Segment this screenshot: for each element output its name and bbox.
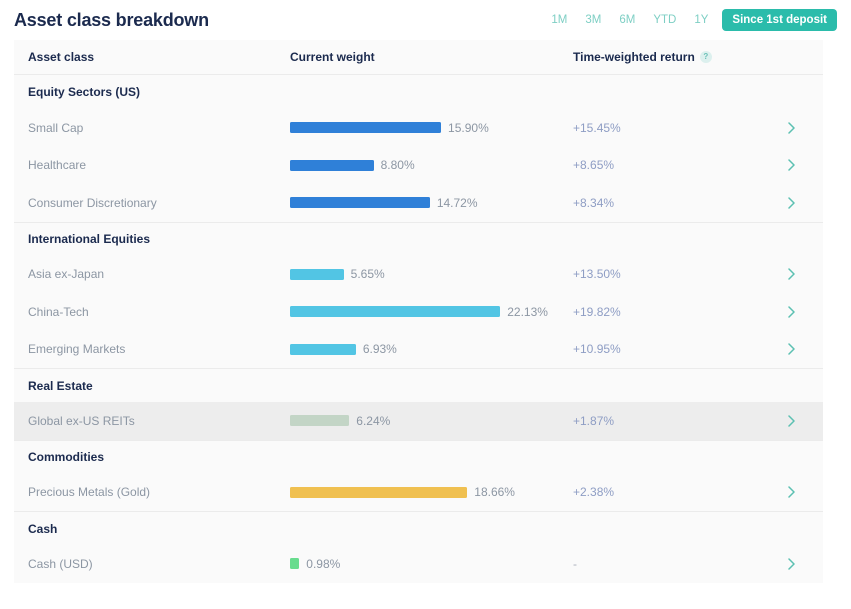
table-body: Equity Sectors (US) Small Cap 15.90% +15.45…: [14, 75, 823, 583]
cell-time-weighted-return: +8.34%: [573, 195, 615, 210]
table-row[interactable]: Healthcare 8.80% +8.65%: [14, 146, 823, 184]
cell-time-weighted-return: +8.65%: [573, 158, 615, 173]
column-header-return-label: Time-weighted return: [573, 50, 695, 64]
cell-current-weight: 6.24%: [290, 414, 573, 428]
cell-chevron: [788, 343, 823, 355]
cell-asset-class: Small Cap: [28, 120, 84, 135]
table-row[interactable]: Emerging Markets 6.93% +10.95%: [14, 330, 823, 368]
table-row[interactable]: Global ex-US REITs 6.24% +1.87%: [14, 402, 823, 440]
cell-time-weighted-return: +1.87%: [573, 413, 615, 428]
cell-time-weighted-return: +19.82%: [573, 304, 621, 319]
cell-asset-class: Consumer Discretionary: [28, 195, 157, 210]
section-header: Commodities: [14, 439, 823, 474]
column-header-asset-class: Asset class: [28, 50, 95, 64]
weight-value: 14.72%: [436, 195, 478, 210]
weight-value: 6.93%: [362, 342, 397, 357]
chevron-right-icon[interactable]: [788, 415, 795, 427]
page-title: Asset class breakdown: [14, 9, 209, 30]
chevron-right-icon[interactable]: [788, 159, 795, 171]
table-row[interactable]: Small Cap 15.90% +15.45%: [14, 109, 823, 147]
cell-current-weight: 14.72%: [290, 196, 573, 210]
cell-time-weighted-return: +2.38%: [573, 485, 615, 500]
weight-bar: [290, 306, 501, 318]
cell-asset-class: Cash (USD): [28, 556, 93, 571]
cell-time-weighted-return: -: [573, 556, 577, 571]
cell-asset-class: Global ex-US REITs: [28, 413, 135, 428]
table-row[interactable]: Cash (USD) 0.98% -: [14, 545, 823, 583]
cell-chevron: [788, 159, 823, 171]
cell-time-weighted-return: +15.45%: [573, 120, 621, 135]
section-header: International Equities: [14, 221, 823, 256]
info-icon[interactable]: ?: [699, 51, 712, 63]
chevron-right-icon[interactable]: [788, 486, 795, 498]
weight-bar: [290, 268, 344, 280]
weight-bar: [290, 159, 374, 171]
cell-current-weight: 6.93%: [290, 342, 573, 356]
chevron-right-icon[interactable]: [788, 306, 795, 318]
cell-current-weight: 15.90%: [290, 121, 573, 135]
weight-bar: [290, 122, 442, 134]
cell-chevron: [788, 197, 823, 209]
cell-asset-class: Precious Metals (Gold): [28, 485, 151, 500]
cell-chevron: [788, 415, 823, 427]
table-row[interactable]: Precious Metals (Gold) 18.66% +2.38%: [14, 473, 823, 511]
cell-time-weighted-return: +13.50%: [573, 267, 621, 282]
weight-value: 22.13%: [507, 304, 548, 319]
range-button-ytd[interactable]: YTD: [644, 10, 685, 30]
chevron-right-icon[interactable]: [788, 122, 795, 134]
weight-value: 8.80%: [380, 158, 415, 173]
table-row[interactable]: Asia ex-Japan 5.65% +13.50%: [14, 255, 823, 293]
table-row[interactable]: Consumer Discretionary 14.72% +8.34%: [14, 184, 823, 222]
cell-asset-class: Asia ex-Japan: [28, 267, 105, 282]
panel-header: Asset class breakdown 1M 3M 6M YTD 1Y Since 1…: [0, 0, 851, 40]
chevron-right-icon[interactable]: [788, 197, 795, 209]
cell-asset-class: Emerging Markets: [28, 342, 126, 357]
weight-value: 6.24%: [356, 413, 391, 428]
cell-chevron: [788, 122, 823, 134]
weight-value: 18.66%: [474, 485, 515, 500]
weight-bar: [290, 486, 468, 498]
cell-asset-class: Healthcare: [28, 158, 87, 173]
cell-chevron: [788, 306, 823, 318]
range-button-1m[interactable]: 1M: [542, 10, 576, 30]
weight-bar: [290, 197, 430, 209]
table-header-row: Asset class Current weight Time-weighted…: [14, 40, 823, 75]
weight-bar: [290, 343, 356, 355]
range-button-since-1st-deposit[interactable]: Since 1st deposit: [722, 9, 837, 31]
range-button-3m[interactable]: 3M: [576, 10, 610, 30]
cell-chevron: [788, 268, 823, 280]
section-header: Cash: [14, 511, 823, 545]
time-range-selector: 1M 3M 6M YTD 1Y Since 1st deposit: [542, 9, 837, 31]
weight-value: 0.98%: [306, 556, 341, 571]
cell-chevron: [788, 486, 823, 498]
breakdown-table: Asset class Current weight Time-weighted…: [14, 40, 823, 583]
chevron-right-icon[interactable]: [788, 268, 795, 280]
chevron-right-icon[interactable]: [788, 343, 795, 355]
cell-current-weight: 18.66%: [290, 485, 573, 499]
cell-time-weighted-return: +10.95%: [573, 342, 621, 357]
range-button-6m[interactable]: 6M: [610, 10, 644, 30]
weight-value: 5.65%: [350, 267, 385, 282]
chevron-right-icon[interactable]: [788, 558, 795, 570]
weight-bar: [290, 415, 350, 427]
weight-value: 15.90%: [448, 120, 489, 135]
weight-bar: [290, 558, 300, 570]
section-header: Real Estate: [14, 368, 823, 402]
range-button-1y[interactable]: 1Y: [685, 10, 717, 30]
cell-current-weight: 0.98%: [290, 557, 573, 571]
cell-chevron: [788, 558, 823, 570]
cell-current-weight: 22.13%: [290, 305, 573, 319]
cell-current-weight: 8.80%: [290, 158, 573, 172]
cell-asset-class: China-Tech: [28, 304, 89, 319]
table-row[interactable]: China-Tech 22.13% +19.82%: [14, 293, 823, 331]
column-header-time-weighted-return: Time-weighted return ?: [573, 50, 788, 64]
column-header-current-weight: Current weight: [290, 50, 375, 64]
section-header: Equity Sectors (US): [14, 75, 823, 109]
asset-class-breakdown-panel: Asset class breakdown 1M 3M 6M YTD 1Y Since 1…: [0, 0, 851, 609]
cell-current-weight: 5.65%: [290, 267, 573, 281]
